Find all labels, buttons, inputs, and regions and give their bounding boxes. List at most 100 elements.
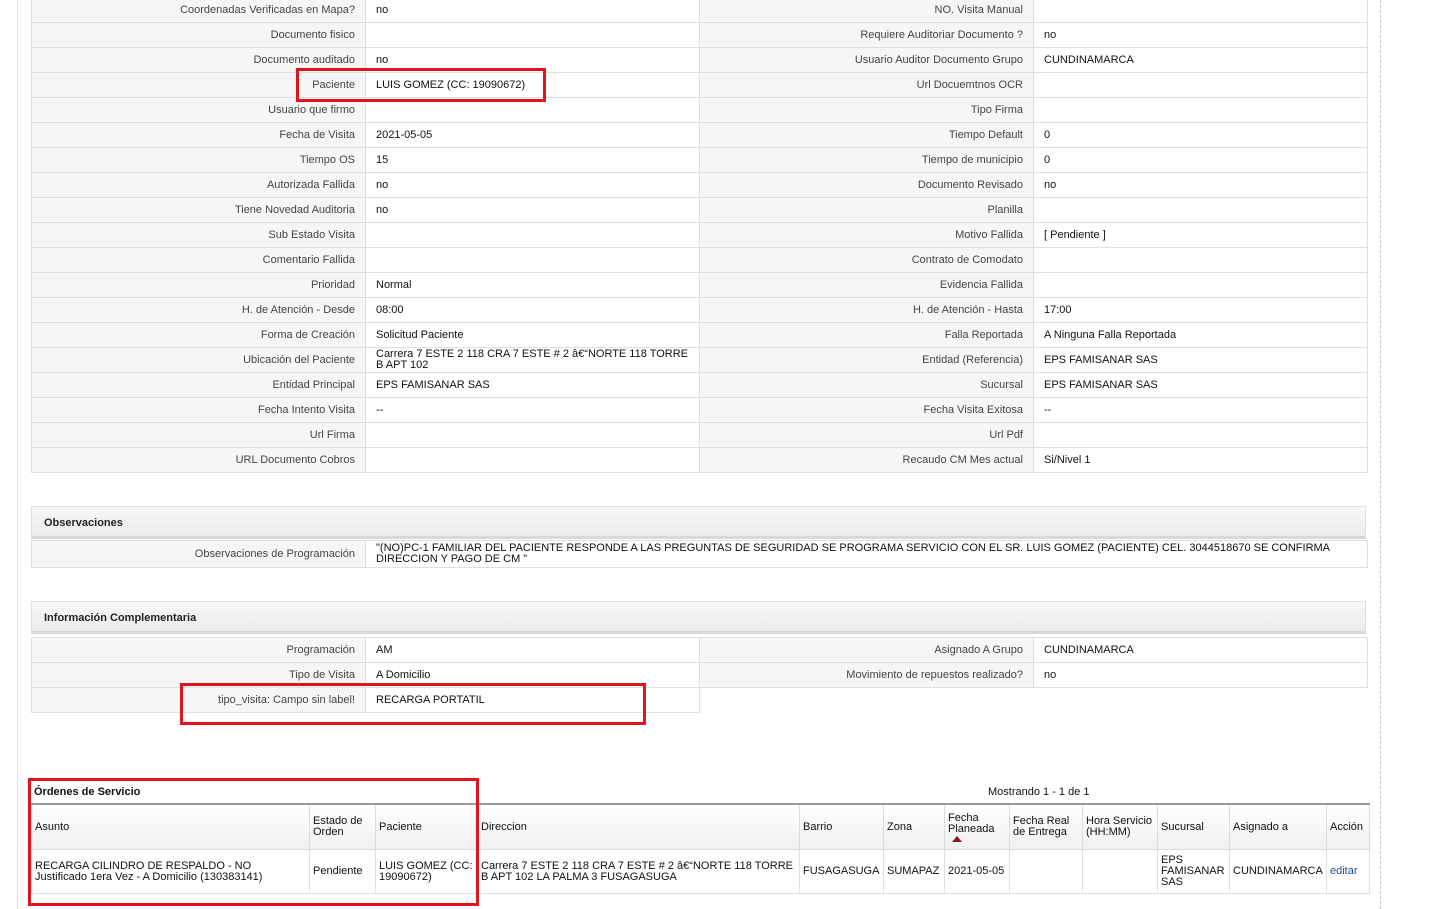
field-value: A Domicilio xyxy=(365,662,700,688)
field-value xyxy=(365,97,700,123)
sort-ascending-icon[interactable] xyxy=(952,835,962,842)
field-label: Tipo Firma xyxy=(699,97,1034,123)
field-label: Usuario Auditor Documento Grupo xyxy=(699,47,1034,73)
field-value: EPS FAMISANAR SAS xyxy=(1033,372,1368,398)
order-barrio: FUSAGASUGA xyxy=(799,849,884,894)
detail-row: Fecha de Visita 2021-05-05 Tiempo Default 0 xyxy=(31,122,1368,148)
detail-row: Ubicación del Paciente Carrera 7 ESTE 2 1… xyxy=(31,347,1368,373)
field-value xyxy=(1033,197,1368,223)
col-header-barrio[interactable]: Barrio xyxy=(799,803,884,850)
field-value: [ Pendiente ] xyxy=(1033,222,1368,248)
order-paciente: LUIS GOMEZ (CC: 19090672) xyxy=(375,849,478,894)
field-label: Comentario Fallida xyxy=(31,247,366,273)
field-label: Url Docuemtnos OCR xyxy=(699,72,1034,98)
field-label: Tipo de Visita xyxy=(31,662,366,688)
col-header-direccion[interactable]: Direccion xyxy=(477,803,800,850)
col-header-asunto[interactable]: Asunto xyxy=(31,803,310,850)
detail-row: Paciente LUIS GOMEZ (CC: 19090672) Url Doc… xyxy=(31,72,1368,98)
complementaria-row: Tipo de Visita A Domicilio Movimiento de… xyxy=(31,662,1368,688)
field-label: Documento Revisado xyxy=(699,172,1034,198)
detail-row: Forma de Creación Solicitud Paciente Falla… xyxy=(31,322,1368,348)
field-value: no xyxy=(365,0,700,23)
order-zona: SUMAPAZ xyxy=(883,849,945,894)
order-estado: Pendiente xyxy=(309,849,376,894)
field-label: Fecha Visita Exitosa xyxy=(699,397,1034,423)
field-value: LUIS GOMEZ (CC: 19090672) xyxy=(365,72,700,98)
col-header-fecha-planeada-label: Fecha Planeada xyxy=(948,811,995,835)
field-value: no xyxy=(365,172,700,198)
complementaria-row: Programación AM Asignado A Grupo CUNDINA… xyxy=(31,637,1368,663)
field-value: Normal xyxy=(365,272,700,298)
order-direccion: Carrera 7 ESTE 2 118 CRA 7 ESTE # 2 â€“N… xyxy=(477,849,800,894)
field-label: Evidencia Fallida xyxy=(699,272,1034,298)
field-label: Movimiento de repuestos realizado? xyxy=(699,662,1034,688)
visit-details-table: Coordenadas Verificadas en Mapa? no NO. Vi… xyxy=(31,0,1368,473)
field-label: Sucursal xyxy=(699,372,1034,398)
col-header-estado[interactable]: Estado de Orden xyxy=(309,803,376,850)
observaciones-value: "(NO)PC-1 FAMILIAR DEL PACIENTE RESPONDE… xyxy=(365,540,1368,568)
detail-row: URL Documento Cobros Recaudo CM Mes actua… xyxy=(31,447,1368,473)
field-label: Entidad (Referencia) xyxy=(699,347,1034,373)
detail-row: Usuario que firmo Tipo Firma xyxy=(31,97,1368,123)
order-fecha-real xyxy=(1009,849,1083,894)
detail-row: Autorizada Fallida no Documento Revisado no xyxy=(31,172,1368,198)
field-value xyxy=(365,247,700,273)
field-label: NO. Visita Manual xyxy=(699,0,1034,23)
col-header-accion: Acción xyxy=(1326,803,1370,850)
field-label: Documento auditado xyxy=(31,47,366,73)
field-label: URL Documento Cobros xyxy=(31,447,366,473)
col-header-zona[interactable]: Zona xyxy=(883,803,945,850)
field-value: 08:00 xyxy=(365,297,700,323)
field-value xyxy=(365,22,700,48)
info-complementaria-header: Información Complementaria xyxy=(31,601,1366,634)
field-label: tipo_visita: Campo sin label! xyxy=(31,687,366,713)
field-value xyxy=(1033,247,1368,273)
detail-row: Sub Estado Visita Motivo Fallida[ Pendien… xyxy=(31,222,1368,248)
field-value: Solicitud Paciente xyxy=(365,322,700,348)
order-hora-servicio xyxy=(1082,849,1158,894)
field-value: 2021-05-05 xyxy=(365,122,700,148)
field-value xyxy=(1033,0,1368,23)
col-header-asignado[interactable]: Asignado a xyxy=(1229,803,1327,850)
field-label: Url Pdf xyxy=(699,422,1034,448)
left-border-line xyxy=(17,0,18,909)
orders-pagination-text: Mostrando 1 - 1 de 1 xyxy=(988,786,1090,798)
orders-header-row: Asunto Estado de Orden Paciente Direccio… xyxy=(31,803,1370,850)
field-value: no xyxy=(1033,22,1368,48)
field-label: Ubicación del Paciente xyxy=(31,347,366,373)
field-label: Usuario que firmo xyxy=(31,97,366,123)
field-label: H. de Atención - Desde xyxy=(31,297,366,323)
col-header-sucursal[interactable]: Sucursal xyxy=(1157,803,1230,850)
col-header-fecha-planeada[interactable]: Fecha Planeada xyxy=(944,803,1010,850)
order-asignado: CUNDINAMARCA xyxy=(1229,849,1327,894)
edit-order-link[interactable]: editar xyxy=(1330,865,1358,877)
detail-row: Documento fisico Requiere Auditoriar Docu… xyxy=(31,22,1368,48)
field-value: AM xyxy=(365,637,700,663)
observaciones-label: Observaciones de Programación xyxy=(31,540,366,568)
field-label: Asignado A Grupo xyxy=(699,637,1034,663)
orders-title: Órdenes de Servicio xyxy=(34,786,141,798)
field-value: no xyxy=(365,197,700,223)
field-label: Prioridad xyxy=(31,272,366,298)
observaciones-header: Observaciones xyxy=(31,506,1366,539)
col-header-fecha-real[interactable]: Fecha Real de Entrega xyxy=(1009,803,1083,850)
field-value: Si/Nivel 1 xyxy=(1033,447,1368,473)
order-asunto: RECARGA CILINDRO DE RESPALDO - NO Justif… xyxy=(31,849,310,894)
detail-row: Coordenadas Verificadas en Mapa? no NO. Vi… xyxy=(31,0,1368,23)
field-value: 0 xyxy=(1033,147,1368,173)
field-label: Requiere Auditoriar Documento ? xyxy=(699,22,1034,48)
col-header-paciente[interactable]: Paciente xyxy=(375,803,478,850)
field-label: Tiempo OS xyxy=(31,147,366,173)
info-complementaria-table: Programación AM Asignado A Grupo CUNDINA… xyxy=(31,637,1368,713)
field-value: EPS FAMISANAR SAS xyxy=(1033,347,1368,373)
field-value: 0 xyxy=(1033,122,1368,148)
observaciones-table: Observaciones de Programación "(NO)PC-1 … xyxy=(31,540,1368,568)
field-value: A Ninguna Falla Reportada xyxy=(1033,322,1368,348)
field-label: Tiempo de municipio xyxy=(699,147,1034,173)
col-header-hora-servicio[interactable]: Hora Servicio (HH:MM) xyxy=(1082,803,1158,850)
field-value: no xyxy=(1033,172,1368,198)
field-label: Autorizada Fallida xyxy=(31,172,366,198)
field-label: Forma de Creación xyxy=(31,322,366,348)
field-label: Tiene Novedad Auditoria xyxy=(31,197,366,223)
field-label: Planilla xyxy=(699,197,1034,223)
